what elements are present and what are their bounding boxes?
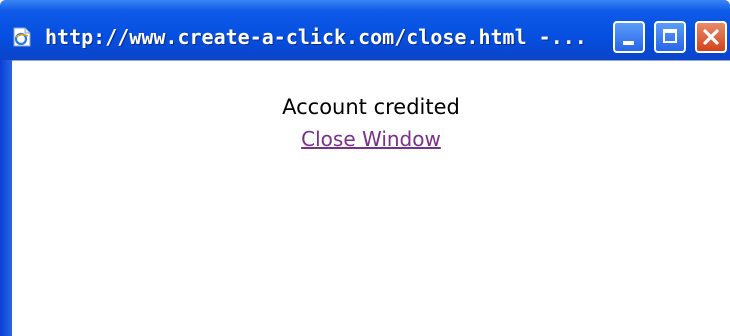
maximize-icon	[663, 29, 677, 43]
minimize-button[interactable]	[613, 21, 645, 53]
minimize-icon	[623, 41, 634, 45]
close-window-link[interactable]: Close Window	[301, 127, 441, 151]
title-bar[interactable]: http://www.create-a-click.com/close.html…	[0, 0, 730, 60]
close-button[interactable]	[695, 21, 727, 53]
close-icon	[700, 26, 722, 48]
status-message: Account credited	[282, 95, 460, 119]
window-title: http://www.create-a-click.com/close.html…	[45, 25, 587, 49]
maximize-button[interactable]	[654, 21, 686, 53]
page-content: Account credited Close Window	[12, 60, 730, 336]
close-window-link-container: Close Window	[12, 125, 730, 153]
popup-window: http://www.create-a-click.com/close.html…	[0, 0, 730, 336]
window-left-border	[0, 60, 12, 336]
ie-page-icon	[11, 26, 33, 48]
